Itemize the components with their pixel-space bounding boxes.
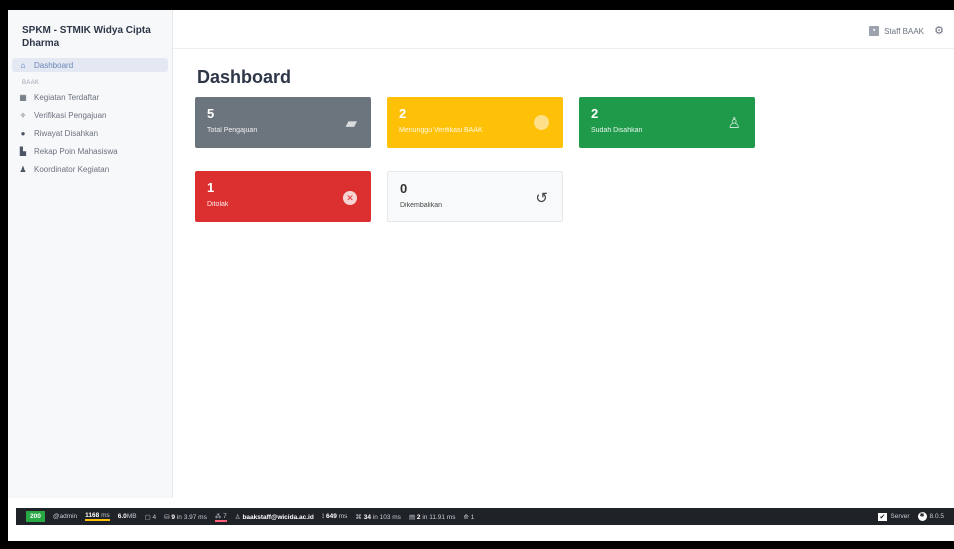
sidebar-item-label: Riwayat Disahkan (34, 128, 99, 138)
debug-models[interactable]: ⁂ 7 (214, 512, 227, 522)
sidebar-item-dashboard[interactable]: ⌂ Dashboard (12, 58, 168, 72)
stat-card-dikembalikan[interactable]: 0 Dikembalikan ↺ (387, 171, 563, 222)
user-menu[interactable]: ▪ Staff BAAK (869, 26, 924, 36)
x-circle-icon: ✕ (343, 191, 357, 205)
history-icon: ● (20, 128, 26, 138)
sidebar-item-koordinator-kegiatan[interactable]: ♟ Koordinator Kegiatan (12, 162, 168, 176)
debug-cache[interactable]: ▤ 2 in 11.91 ms (409, 513, 456, 521)
debug-views[interactable]: ▢ 4 (145, 513, 157, 521)
sidebar-item-label: Koordinator Kegiatan (34, 164, 110, 174)
gate-icon: ⟰ (463, 513, 469, 521)
debug-route-time: 649 (326, 512, 337, 520)
stat-label: Total Pengajuan (207, 127, 258, 134)
sidebar-item-rekap-poin[interactable]: ▙ Rekap Poin Mahasiswa (12, 144, 168, 158)
laravel-icon: ✱ (917, 512, 927, 521)
debug-memory-value: 6.0 (117, 513, 127, 520)
debug-memory[interactable]: 6.0MB (118, 513, 137, 520)
stat-card-total-pengajuan[interactable]: 5 Total Pengajuan ▰ (195, 97, 371, 148)
events-icon: ⌘ (355, 513, 362, 521)
debug-gates[interactable]: ⟰ 1 (463, 513, 474, 521)
user-icon: ▪ (869, 26, 880, 36)
version-label[interactable]: 8.0.5 (930, 513, 944, 520)
debug-auth[interactable]: ♙ baakstaff@wicida.ac.id (235, 513, 314, 521)
server-label[interactable]: Server (890, 513, 909, 520)
sidebar-item-label: Kegiatan Terdaftar (34, 92, 100, 102)
brand-title[interactable]: SPKM - STMIK Widya Cipta Dharma (8, 10, 172, 58)
debug-gates-count: 1 (470, 513, 475, 521)
topbar: ▪ Staff BAAK ⚙ (173, 10, 954, 49)
user-icon: ♙ (234, 513, 241, 521)
sidebar-item-verifikasi-pengajuan[interactable]: ✧ Verifikasi Pengajuan (12, 108, 168, 122)
stamp-icon: ♙ (727, 115, 741, 132)
sidebar-nav: ⌂ Dashboard BAAK ▦ Kegiatan Terdaftar ✧ … (8, 58, 172, 176)
chart-icon: ▙ (19, 146, 27, 156)
sidebar-item-label: Verifikasi Pengajuan (34, 110, 107, 120)
app-window: SPKM - STMIK Widya Cipta Dharma ⌂ Dashbo… (8, 10, 954, 541)
stat-value: 5 (207, 106, 215, 121)
stat-label: Ditolak (207, 201, 229, 208)
sidebar-section-label: BAAK (22, 80, 40, 86)
folder-open-icon: ▰ (345, 115, 357, 132)
debug-events[interactable]: ⌘ 34 in 103 ms (355, 513, 401, 521)
debug-bar: 200 @admin 1168 ms 6.0MB ▢ 4 ⛁ 9 in 3.97… (16, 508, 954, 525)
debug-route-unit: ms (338, 512, 348, 520)
calendar-icon: ▦ (19, 92, 27, 102)
user-name: Staff BAAK (884, 26, 924, 36)
clock-icon (534, 115, 549, 130)
debug-queries[interactable]: ⛁ 9 in 3.97 ms (164, 513, 207, 521)
sidebar: SPKM - STMIK Widya Cipta Dharma ⌂ Dashbo… (8, 10, 173, 498)
debug-queries-time: in 3.97 ms (176, 513, 207, 521)
stat-value: 0 (400, 181, 408, 196)
debug-views-count: 4 (152, 513, 157, 521)
debug-right: ✔ Server ✱ 8.0.5 (877, 512, 954, 521)
debug-events-time: in 103 ms (372, 513, 401, 521)
check-badge-icon: ✧ (19, 110, 27, 120)
debug-auth-user: baakstaff@wicida.ac.id (242, 513, 314, 521)
cache-icon: ▤ (408, 513, 416, 521)
server-icon: ✔ (877, 512, 888, 521)
debug-events-count: 34 (363, 513, 371, 521)
debug-cache-time: in 11.91 ms (422, 513, 456, 521)
debug-user[interactable]: @admin (53, 513, 77, 520)
debug-time-unit: ms (101, 512, 110, 519)
debug-time-value: 1168 (85, 512, 100, 519)
cube-icon: ⁂ (214, 512, 222, 520)
stat-value: 2 (399, 106, 407, 121)
sidebar-item-label: Dashboard (34, 60, 74, 70)
stat-value: 1 (207, 180, 215, 195)
page-title: Dashboard (197, 67, 292, 87)
sidebar-item-kegiatan-terdaftar[interactable]: ▦ Kegiatan Terdaftar (12, 90, 168, 104)
stat-label: Menunggu Verifikasi BAAK (399, 127, 483, 134)
stat-label: Dikembalikan (400, 202, 443, 209)
sidebar-item-riwayat-disahkan[interactable]: ● Riwayat Disahkan (12, 126, 168, 140)
stat-card-sudah-disahkan[interactable]: 2 Sudah Disahkan ♙ (579, 97, 755, 148)
route-icon: ⟟ (321, 512, 325, 520)
stat-card-menunggu-verifikasi[interactable]: 2 Menunggu Verifikasi BAAK (387, 97, 563, 148)
undo-icon: ↺ (535, 190, 548, 207)
gear-icon[interactable]: ⚙ (934, 24, 944, 37)
debug-route[interactable]: ⟟ 649 ms (322, 513, 348, 521)
stat-card-ditolak[interactable]: 1 Ditolak ✕ (195, 171, 371, 222)
stat-value: 2 (591, 106, 599, 121)
home-icon: ⌂ (20, 60, 26, 70)
debug-time[interactable]: 1168 ms (85, 512, 110, 521)
sidebar-item-label: Rekap Poin Mahasiswa (34, 146, 118, 156)
user-tie-icon: ♟ (19, 164, 27, 174)
stat-label: Sudah Disahkan (591, 127, 643, 134)
debug-models-count: 7 (223, 512, 227, 520)
database-icon: ⛁ (164, 513, 170, 521)
status-badge[interactable]: 200 (26, 511, 45, 522)
file-icon: ▢ (144, 513, 151, 521)
debug-queries-count: 9 (171, 513, 176, 521)
debug-memory-unit: MB (126, 513, 137, 520)
debug-cache-count: 2 (416, 513, 421, 521)
